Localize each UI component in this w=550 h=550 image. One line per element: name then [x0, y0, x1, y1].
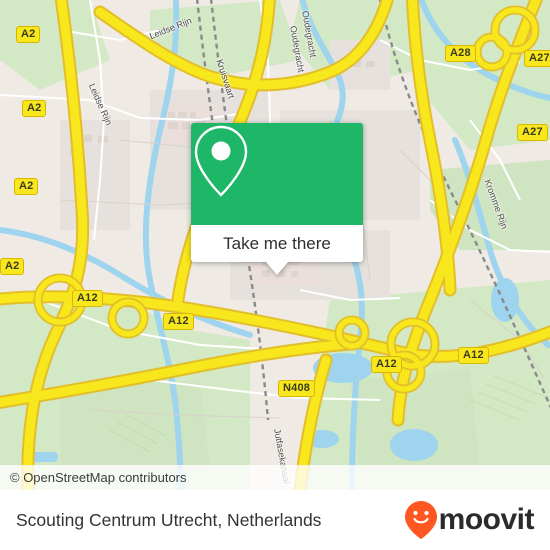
map-screenshot: A2 A2 A2 A2 A12 A12 A12 A12 N408 A28 A27 A27 Leidse…	[0, 0, 550, 550]
road-shield: A27	[517, 124, 548, 141]
location-callout-card[interactable]: Take me there	[191, 123, 363, 275]
attribution-text[interactable]: © OpenStreetMap contributors	[0, 470, 187, 485]
callout-header	[191, 123, 363, 225]
map-pin-icon	[194, 125, 248, 197]
take-me-there-label: Take me there	[223, 233, 331, 253]
road-shield: A12	[371, 356, 402, 373]
moovit-logo[interactable]: moovit	[404, 500, 535, 540]
callout-footer[interactable]: Take me there	[191, 225, 363, 262]
road-shield: A2	[22, 100, 47, 117]
road-shield: A28	[445, 45, 476, 62]
place-title: Scouting Centrum Utrecht, Netherlands	[16, 509, 322, 530]
footer-bar: Scouting Centrum Utrecht, Netherlands mo…	[0, 490, 550, 550]
road-shield: A2	[14, 178, 39, 195]
map-canvas[interactable]: A2 A2 A2 A2 A12 A12 A12 A12 N408 A28 A27 A27 Leidse…	[0, 0, 550, 490]
moovit-wordmark: moovit	[438, 503, 535, 536]
road-shield: A12	[72, 290, 103, 307]
road-shield: A12	[163, 313, 194, 330]
road-shield: A27	[524, 50, 550, 67]
road-shield: A2	[0, 258, 25, 275]
road-shield: A12	[458, 347, 489, 364]
callout-pointer-tail	[266, 262, 288, 275]
map-attribution-bar: © OpenStreetMap contributors	[0, 465, 550, 490]
road-shield: N408	[278, 380, 316, 397]
road-shield: A2	[16, 26, 41, 43]
moovit-pin-smiley-icon	[404, 501, 437, 539]
